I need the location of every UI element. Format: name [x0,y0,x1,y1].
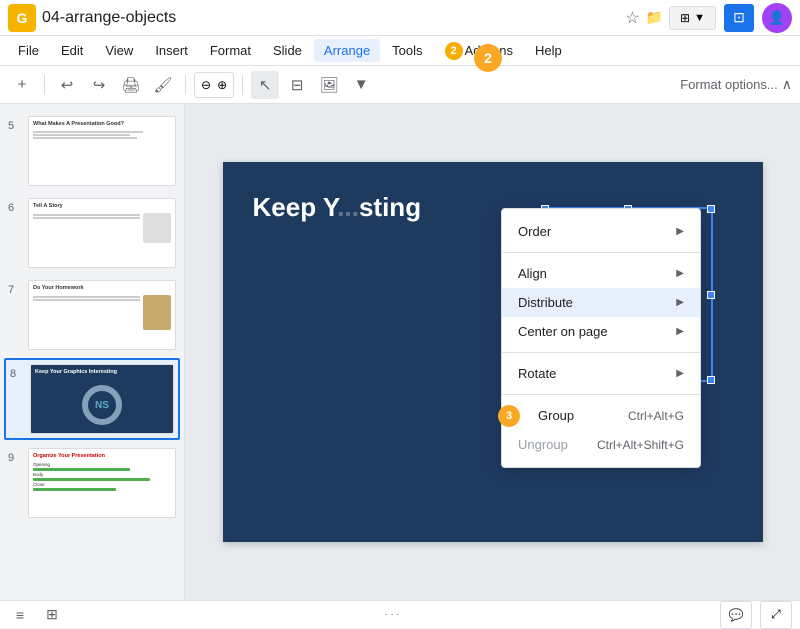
divider-2 [185,75,186,95]
menu-arrange[interactable]: Arrange [314,39,380,62]
bottom-left: ≡ ⊞ [8,603,64,627]
order-arrow: ▶ [676,226,684,237]
menu-section-rotate: Rotate ▶ [502,357,700,390]
format-options-label: Format options... [680,77,778,92]
document-title[interactable]: 04-arrange-objects [42,9,619,27]
divider-3 [242,75,243,95]
slide-thumb-8: Keep Your Graphics Interesting NS [30,364,174,434]
slide-number-5: 5 [8,120,22,132]
align-arrow: ▶ [676,268,684,279]
undo-button[interactable]: ↩ [53,71,81,99]
menu-section-group: 3 Group Ctrl+Alt+G Ungroup Ctrl+Alt+Shif… [502,399,700,461]
menu-file[interactable]: File [8,39,49,62]
distribute-label: Distribute [518,295,573,310]
menu-bar: File Edit View Insert Format Slide Arran… [0,36,800,66]
arrange-dropdown-menu: Order ▶ Align ▶ Distribute ▶ Center on p… [501,208,701,468]
add-button[interactable]: + [8,71,36,99]
center-label: Center on page [518,324,608,339]
bottom-bar: ≡ ⊞ · · · 💬 ⤢ [0,600,800,628]
menu-align[interactable]: Align ▶ [502,259,700,288]
title-bar: G 04-arrange-objects ☆ 📁 ⊞ ▼ ⊡ 👤 [0,0,800,36]
slide-title-text: Keep Y...sting [253,192,422,223]
avatar: 👤 [762,3,792,33]
speaker-notes-btn[interactable]: 💬 [720,601,752,629]
zoom-control[interactable]: ⊖ ⊕ [194,72,234,98]
slide-item-5[interactable]: 5 What Makes A Presentation Good? [4,112,180,190]
slide-item-9[interactable]: 9 Organize Your Presentation Opening Bod… [4,444,180,522]
handle-tr[interactable] [707,205,715,213]
format-options[interactable]: Format options... ∧ [680,76,792,93]
distribute-arrow: ▶ [676,297,684,308]
menu-slide[interactable]: Slide [263,39,312,62]
menu-distribute[interactable]: Distribute ▶ [502,288,700,317]
group-label: Group [538,408,574,423]
slide-item-8[interactable]: 8 Keep Your Graphics Interesting NS [4,358,180,440]
slide-number-7: 7 [8,284,22,296]
print-button[interactable]: 🖨 [117,71,145,99]
select-tool[interactable]: ↖ [251,71,279,99]
slide-item-6[interactable]: 6 Tell A Story [4,194,180,272]
menu-ungroup: Ungroup Ctrl+Alt+Shift+G [502,430,700,459]
bottom-right: 💬 ⤢ [720,601,792,629]
more-tools[interactable]: ▼ [347,71,375,99]
group-shortcut: Ctrl+Alt+G [628,409,684,423]
rotate-label: Rotate [518,366,556,381]
main-area: 5 What Makes A Presentation Good? 6 Tell… [0,104,800,600]
menu-format[interactable]: Format [200,39,261,62]
divider-after-rotate [502,394,700,395]
paint-format-button[interactable]: 🖌 [149,71,177,99]
slides-panel: 5 What Makes A Presentation Good? 6 Tell… [0,104,185,600]
slide-number-9: 9 [8,452,22,464]
rotate-arrow: ▶ [676,368,684,379]
pagination-dots: · · · [384,609,400,620]
menu-insert[interactable]: Insert [145,39,198,62]
textbox-tool[interactable]: ⊟ [283,71,311,99]
menu-edit[interactable]: Edit [51,39,93,62]
handle-mr[interactable] [707,291,715,299]
filmstrip-view-btn[interactable]: ≡ [8,603,32,627]
divider-1 [44,75,45,95]
collapse-icon[interactable]: ∧ [782,76,792,93]
center-arrow: ▶ [676,326,684,337]
app-icon: G [8,4,36,32]
right-controls: ⊞ ▼ ⊡ 👤 [669,3,792,33]
grid-view-btn[interactable]: ⊞ [40,603,64,627]
image-tool[interactable]: 🖼 [315,71,343,99]
toolbar: + ↩ ↪ 🖨 🖌 ⊖ ⊕ ↖ ⊟ 🖼 ▼ Format options... … [0,66,800,104]
slide-thumb-6: Tell A Story [28,198,176,268]
ungroup-label: Ungroup [518,437,568,452]
menu-rotate[interactable]: Rotate ▶ [502,359,700,388]
ungroup-shortcut: Ctrl+Alt+Shift+G [597,438,684,452]
zoom-fit-btn[interactable]: ⤢ [760,601,792,629]
menu-view[interactable]: View [95,39,143,62]
divider-after-order [502,252,700,253]
menu-center-on-page[interactable]: Center on page ▶ [502,317,700,346]
slide-thumb-5: What Makes A Presentation Good? [28,116,176,186]
slide-thumb-9: Organize Your Presentation Opening Body … [28,448,176,518]
redo-button[interactable]: ↪ [85,71,113,99]
star-icon[interactable]: ☆ [625,8,639,28]
canvas-area: 2 Keep Y...sting NS [185,104,800,600]
menu-help[interactable]: Help [525,39,572,62]
zoom-in-icon: ⊕ [217,78,227,92]
order-label: Order [518,224,551,239]
menu-section-align: Align ▶ Distribute ▶ Center on page ▶ [502,257,700,348]
menu-group[interactable]: 3 Group Ctrl+Alt+G [502,401,700,430]
present-button[interactable]: ⊞ ▼ [669,6,716,30]
slide-number-6: 6 [8,202,22,214]
menu-order[interactable]: Order ▶ [502,217,700,246]
divider-after-center [502,352,700,353]
folder-icon[interactable]: 📁 [646,9,663,26]
menu-section-order: Order ▶ [502,215,700,248]
slide-item-7[interactable]: 7 Do Your Homework [4,276,180,354]
slide-thumb-7: Do Your Homework [28,280,176,350]
zoom-out-icon: ⊖ [201,78,211,92]
slide-number-8: 8 [10,368,24,380]
menu-tools[interactable]: Tools [382,39,432,62]
handle-br[interactable] [707,376,715,384]
align-label: Align [518,266,547,281]
badge-3: 3 [498,405,520,427]
present-icon-btn[interactable]: ⊡ [724,4,754,32]
